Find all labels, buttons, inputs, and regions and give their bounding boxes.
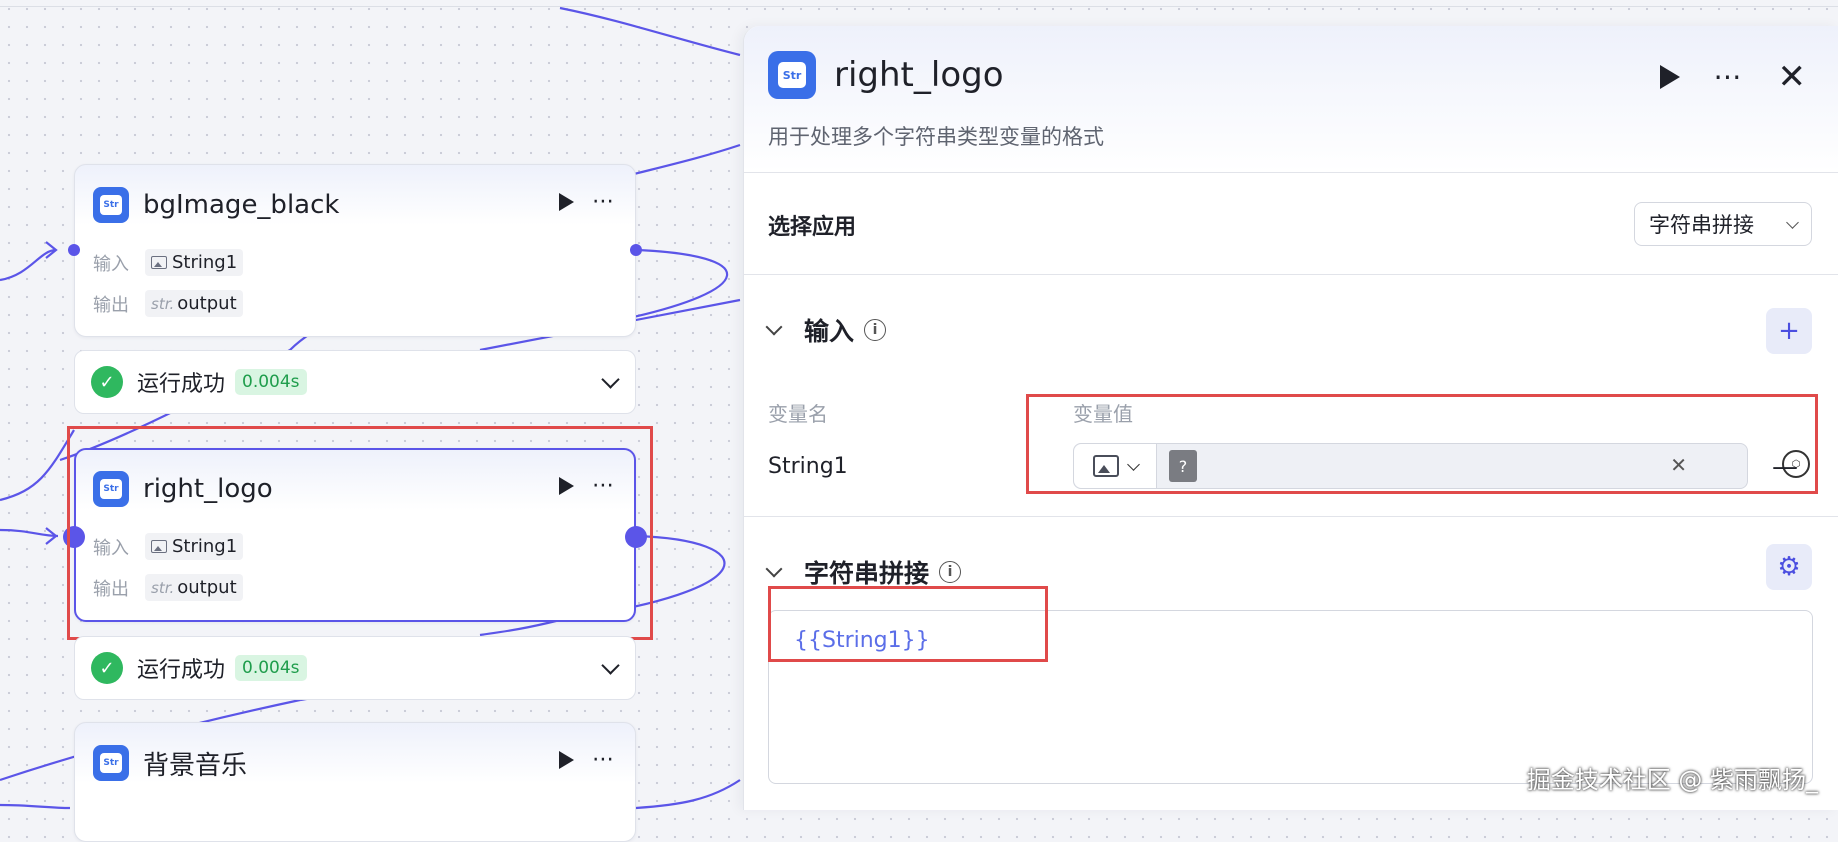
node-header: Str bgImage_black — [93, 185, 339, 225]
highlight-box-template — [768, 586, 1048, 662]
add-variable-button[interactable]: + — [1766, 308, 1812, 354]
run-node-icon[interactable] — [559, 751, 574, 769]
select-app-dropdown[interactable]: 字符串拼接 — [1634, 202, 1812, 246]
output-label: 输出 — [93, 294, 129, 316]
run-time-badge: 0.004s — [235, 655, 307, 681]
select-app-label: 选择应用 — [768, 215, 857, 240]
chevron-down-icon[interactable] — [601, 656, 620, 675]
settings-button[interactable]: ⚙ — [1766, 544, 1812, 590]
node-bgimage-black[interactable]: Str bgImage_black ⋯ 输入 String1 输出 str. ou… — [74, 164, 636, 337]
panel-title: right_logo — [834, 55, 1004, 95]
run-node-icon[interactable] — [559, 193, 574, 211]
string-plugin-icon: Str — [93, 745, 129, 781]
node-title: 背景音乐 — [143, 750, 248, 781]
collapse-chevron-icon[interactable] — [765, 318, 783, 336]
divider — [744, 274, 1838, 275]
output-tag: str. output — [145, 290, 243, 317]
highlight-box-node — [67, 426, 653, 640]
column-header-var-name: 变量名 — [768, 402, 828, 426]
status-text: 运行成功 — [137, 658, 226, 683]
node-output-port[interactable] — [630, 244, 642, 256]
panel-description: 用于处理多个字符串类型变量的格式 — [768, 125, 1104, 149]
chevron-down-icon[interactable] — [601, 370, 620, 389]
node-input-port[interactable] — [68, 244, 80, 256]
concat-section-header[interactable]: 字符串拼接 i — [765, 554, 962, 590]
info-icon[interactable]: i — [939, 561, 962, 583]
variable-name: String1 — [768, 454, 848, 479]
more-options-icon[interactable]: ⋯ — [592, 191, 615, 213]
node-title: bgImage_black — [143, 190, 340, 220]
more-options-icon[interactable]: ⋯ — [1714, 63, 1744, 91]
run-status-bar[interactable]: ✓ 运行成功 0.004s — [74, 636, 636, 700]
image-type-icon — [151, 256, 167, 269]
run-time-badge: 0.004s — [235, 369, 307, 395]
panel-actions: ⋯ ✕ — [1659, 60, 1807, 94]
string-plugin-icon: Str — [93, 187, 129, 223]
success-check-icon: ✓ — [91, 652, 123, 684]
node-header: Str 背景音乐 — [93, 743, 247, 783]
divider — [744, 172, 1838, 173]
string-type-icon: str. — [151, 294, 175, 313]
more-options-icon[interactable]: ⋯ — [592, 749, 615, 771]
run-status-bar[interactable]: ✓ 运行成功 0.004s — [74, 350, 636, 414]
input-section-header[interactable]: 输入 i — [765, 312, 887, 348]
status-text: 运行成功 — [137, 372, 226, 397]
close-icon[interactable]: ✕ — [1778, 60, 1807, 94]
input-tag: String1 — [145, 249, 244, 276]
run-node-icon[interactable] — [1659, 65, 1680, 89]
highlight-box-variable — [1026, 394, 1818, 494]
success-check-icon: ✓ — [91, 366, 123, 398]
node-input-row: 输入 String1 — [93, 249, 244, 276]
panel-title-row: Str right_logo — [768, 51, 1004, 99]
info-icon[interactable]: i — [864, 319, 887, 341]
collapse-chevron-icon[interactable] — [765, 560, 783, 578]
node-output-row: 输出 str. output — [93, 290, 243, 317]
node-actions: ⋯ — [559, 749, 615, 771]
divider — [744, 516, 1838, 517]
string-plugin-icon: Str — [768, 51, 816, 99]
node-background-music[interactable]: Str 背景音乐 ⋯ — [74, 722, 636, 842]
node-actions: ⋯ — [559, 191, 615, 213]
input-label: 输入 — [93, 253, 129, 275]
chevron-down-icon — [1786, 215, 1799, 229]
watermark: 掘金技术社区 @ 紫雨飘扬_ — [1526, 766, 1818, 794]
